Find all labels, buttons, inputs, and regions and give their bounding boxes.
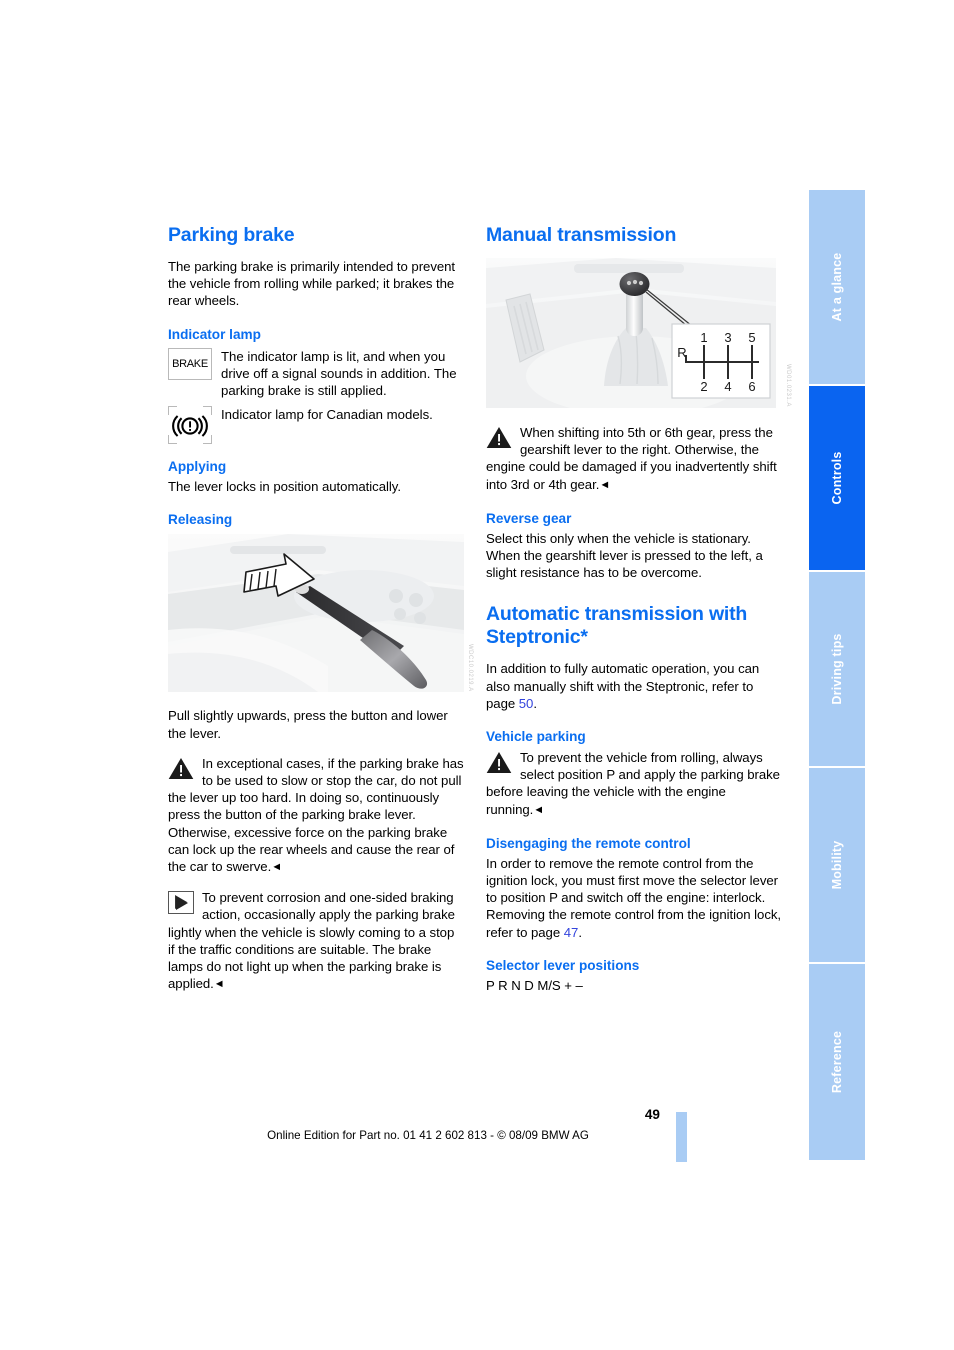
section-title-automatic-transmission: Automatic transmission with Steptronic* bbox=[486, 603, 782, 649]
disengaging-remote-control-text: In order to remove the remote control fr… bbox=[486, 855, 782, 941]
figure-parking-brake-lever: WDC10.0219.A bbox=[168, 534, 473, 697]
heading-selector-lever-positions: Selector lever positions bbox=[486, 957, 640, 973]
warning-note-text: In exceptional cases, if the parking bra… bbox=[168, 755, 464, 823]
gear-label-4: 4 bbox=[724, 379, 731, 394]
warning-triangle-icon bbox=[486, 751, 512, 774]
indicator-lamp-brake-row: BRAKE The indicator lamp is lit, and whe… bbox=[168, 347, 464, 400]
brake-indicator-icon: BRAKE bbox=[168, 347, 212, 380]
page-reference-link[interactable]: 50 bbox=[519, 696, 534, 711]
sidebar-tab-mobility[interactable]: Mobility bbox=[809, 766, 865, 962]
warning-note-vehicle-parking-body: To prevent the vehicle from rolling, alw… bbox=[486, 750, 780, 817]
gearshift-lever-illustration: R 1 3 5 2 4 6 bbox=[486, 258, 776, 416]
warning-triangle-icon bbox=[486, 426, 512, 449]
end-mark: ◄ bbox=[271, 861, 283, 874]
brake-icon-label: BRAKE bbox=[172, 357, 208, 370]
gear-label-5: 5 bbox=[748, 330, 755, 345]
warning-note-vehicle-parking-text: To prevent the vehicle from rolling, alw… bbox=[486, 749, 782, 819]
figure-reference-code: WD01.0231.A bbox=[785, 364, 791, 407]
heading-disengaging-remote-control: Disengaging the remote control bbox=[486, 835, 691, 851]
heading-releasing: Releasing bbox=[168, 512, 233, 528]
sidebar-tab-reference[interactable]: Reference bbox=[809, 962, 865, 1160]
heading-reverse-gear: Reverse gear bbox=[486, 510, 572, 526]
sidebar-tab-controls[interactable]: Controls bbox=[809, 384, 865, 570]
parking-brake-intro: The parking brake is primarily intended … bbox=[168, 259, 456, 309]
tip-note-parking-brake: To prevent corrosion and one-sided braki… bbox=[168, 889, 464, 993]
applying-text: The lever locks in position automaticall… bbox=[168, 479, 401, 495]
releasing-caption: Pull slightly upwards, press the button … bbox=[168, 708, 448, 741]
indicator-lamp-canadian-row: Indicator lamp for Canadian models. bbox=[168, 406, 464, 445]
auto-title-line-1: Automatic transmission with bbox=[486, 603, 748, 626]
left-column: Parking brake The parking brake is prima… bbox=[168, 224, 473, 993]
sidebar-tab-label: At a glance bbox=[830, 252, 844, 322]
canadian-indicator-description: Indicator lamp for Canadian models. bbox=[221, 407, 433, 423]
sidebar-tab-label: Mobility bbox=[830, 840, 844, 890]
gear-label-1: 1 bbox=[700, 330, 707, 345]
automatic-transmission-intro: In addition to fully automatic operation… bbox=[486, 660, 782, 712]
figure-reference-code: WDC10.0219.A bbox=[467, 643, 473, 692]
section-title-manual-transmission: Manual transmission bbox=[486, 224, 677, 246]
tip-note-text: To prevent corrosion and one-sided braki… bbox=[168, 889, 464, 993]
figure-manual-transmission: R 1 3 5 2 4 6 WD01.0231.A bbox=[486, 258, 791, 416]
page-reference-link[interactable]: 47 bbox=[564, 925, 579, 940]
warning-note-shifting-text: When shifting into 5th or 6th gear, pres… bbox=[486, 424, 782, 494]
brake-indicator-description: The indicator lamp is lit, and when you … bbox=[221, 348, 457, 399]
reverse-gear-text: Select this only when the vehicle is sta… bbox=[486, 530, 763, 581]
heading-vehicle-parking: Vehicle parking bbox=[486, 729, 586, 745]
page-title-parking-brake: Parking brake bbox=[168, 224, 295, 246]
sidebar-tab-at-a-glance[interactable]: At a glance bbox=[809, 188, 865, 384]
gear-label-R: R bbox=[677, 345, 686, 360]
disengaging-text-body: In order to remove the remote control fr… bbox=[486, 855, 782, 940]
warning-note-text-2-body: Otherwise, excessive force on the parkin… bbox=[168, 824, 455, 875]
warning-note-shifting: When shifting into 5th or 6th gear, pres… bbox=[486, 424, 782, 494]
end-mark: ◄ bbox=[213, 978, 225, 991]
tip-triangle-outline-icon bbox=[168, 891, 194, 915]
selector-lever-positions-text: P R N D M/S + – bbox=[486, 977, 583, 993]
tip-note-text-body: To prevent corrosion and one-sided braki… bbox=[168, 890, 455, 992]
gear-label-6: 6 bbox=[748, 379, 755, 394]
sidebar-tab-driving-tips[interactable]: Driving tips bbox=[809, 570, 865, 766]
auto-title-line-2: Steptronic* bbox=[486, 626, 588, 649]
heading-applying: Applying bbox=[168, 459, 227, 475]
heading-indicator-lamp: Indicator lamp bbox=[168, 326, 261, 342]
auto-intro-period: . bbox=[533, 695, 537, 711]
end-mark: ◄ bbox=[533, 803, 545, 816]
canadian-brake-indicator-icon bbox=[168, 406, 212, 445]
gear-label-3: 3 bbox=[724, 330, 731, 345]
warning-note-shifting-body: When shifting into 5th or 6th gear, pres… bbox=[486, 425, 777, 492]
section-tab-rail: At a glance Controls Driving tips Mobili… bbox=[809, 188, 865, 1160]
sidebar-tab-label: Controls bbox=[830, 451, 844, 505]
warning-note-text-2: Otherwise, excessive force on the parkin… bbox=[168, 824, 464, 877]
sidebar-tab-label: Reference bbox=[830, 1030, 844, 1094]
manual-page: At a glance Controls Driving tips Mobili… bbox=[0, 0, 954, 1350]
warning-triangle-icon bbox=[168, 757, 194, 780]
end-mark: ◄ bbox=[599, 478, 611, 491]
sidebar-tab-label: Driving tips bbox=[830, 633, 844, 705]
warning-note-vehicle-parking: To prevent the vehicle from rolling, alw… bbox=[486, 749, 782, 819]
gear-label-2: 2 bbox=[700, 379, 707, 394]
parking-brake-lever-illustration bbox=[168, 534, 464, 693]
warning-note-parking-brake: In exceptional cases, if the parking bra… bbox=[168, 755, 464, 876]
right-column: Manual transmission R 1 3 5 2 4 6 WD01.0… bbox=[486, 224, 791, 994]
exclamation-in-circle-icon bbox=[172, 415, 208, 437]
disengaging-period: . bbox=[578, 924, 582, 940]
page-number: 49 bbox=[644, 1107, 660, 1122]
footer-copyright: Online Edition for Part no. 01 41 2 602 … bbox=[267, 1129, 589, 1142]
